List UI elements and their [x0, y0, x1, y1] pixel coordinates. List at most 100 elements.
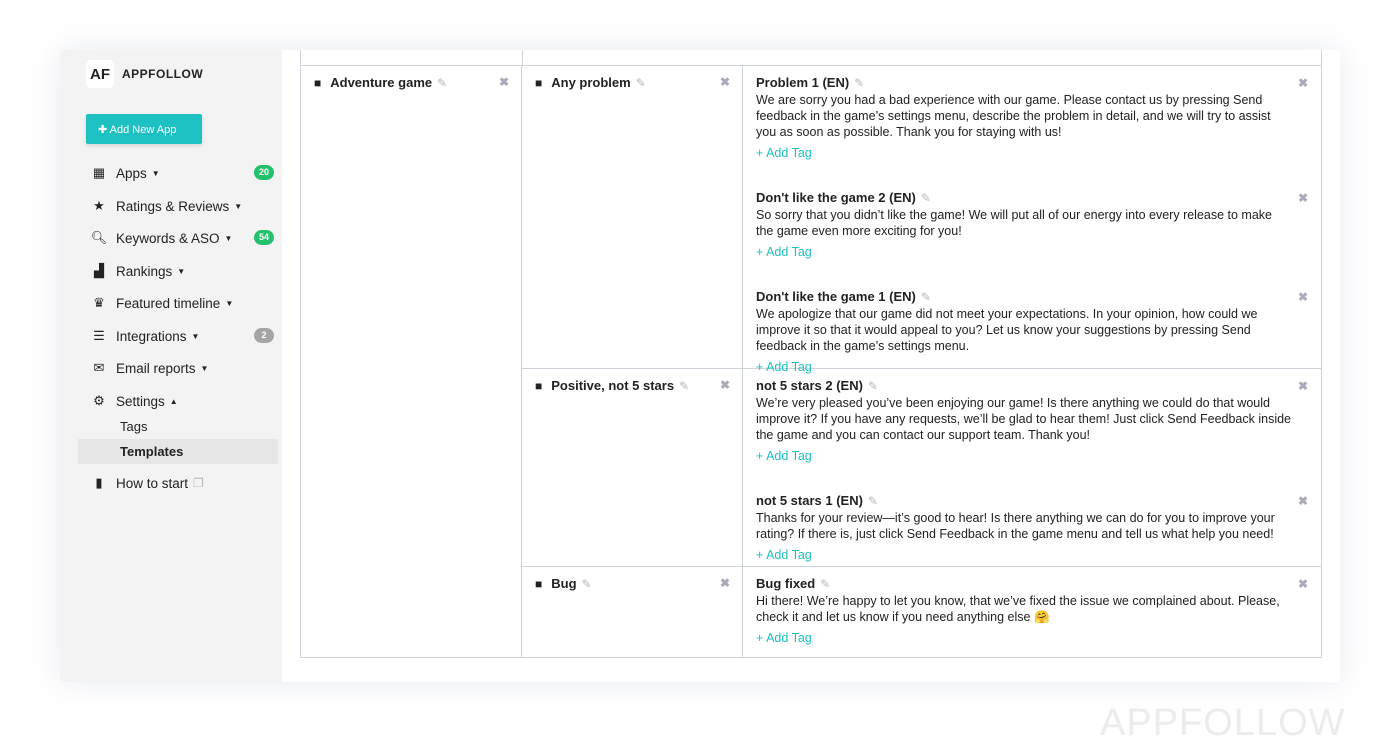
caret-down-icon: ▼ — [234, 201, 243, 211]
sidebar-item-apps[interactable]: ▦ Apps ▼ 20 — [90, 162, 276, 184]
chart-icon: ▟ — [94, 263, 104, 278]
sidebar: AF APPFOLLOW ✚ Add New App ▦ Apps ▼ 20 ★ Rati… — [60, 50, 282, 682]
sidebar-item-integrations[interactable]: ☰ Integrations ▼ 2 — [90, 325, 276, 347]
caret-down-icon: ▼ — [151, 168, 160, 178]
plus-icon: ✚ — [98, 123, 110, 136]
group-row: ■ Any problem ✎ ✖ Problem 1 (EN) ✎ We are sorr… — [522, 66, 1321, 374]
sidebar-subitem-tags[interactable]: Tags — [78, 414, 278, 439]
template-text: Hi there! We’re happy to let you know, t… — [756, 594, 1280, 624]
group-cell: ■ Positive, not 5 stars ✎ ✖ — [522, 369, 743, 566]
sidebar-item-featured-timeline[interactable]: ♛ Featured timeline ▼ — [90, 292, 276, 314]
category-name: Adventure game — [330, 75, 433, 90]
add-tag-link[interactable]: + Add Tag — [756, 547, 1291, 563]
template-text: We apologize that our game did not meet … — [756, 307, 1258, 353]
gear-icon: ⚙ — [93, 393, 105, 408]
delete-group-icon[interactable]: ✖ — [720, 75, 730, 89]
grid-icon: ▦ — [92, 165, 106, 180]
edit-icon[interactable]: ✎ — [636, 76, 646, 90]
caret-up-icon: ▲ — [169, 396, 178, 406]
delete-template-icon[interactable]: ✖ — [1298, 191, 1308, 205]
add-tag-link[interactable]: + Add Tag — [756, 448, 1291, 464]
add-tag-link[interactable]: + Add Tag — [756, 630, 1291, 646]
external-icon: ❐ — [193, 476, 204, 490]
delete-template-icon[interactable]: ✖ — [1298, 577, 1308, 591]
category-cell: ■ Adventure game ✎ ✖ — [301, 66, 522, 657]
caret-down-icon: ▼ — [224, 233, 233, 243]
caret-down-icon: ▼ — [200, 363, 209, 373]
template-title: Don't like the game 2 (EN) — [756, 190, 916, 205]
count-badge: 2 — [254, 328, 274, 343]
delete-category-icon[interactable]: ✖ — [499, 75, 509, 89]
book-icon: ▮ — [95, 475, 103, 490]
app-window: AF APPFOLLOW ✚ Add New App ▦ Apps ▼ 20 ★ Rati… — [60, 50, 1340, 682]
edit-icon[interactable]: ✎ — [854, 76, 864, 90]
caret-down-icon: ▼ — [177, 266, 186, 276]
edit-icon[interactable]: ✎ — [921, 290, 931, 304]
delete-template-icon[interactable]: ✖ — [1298, 76, 1308, 90]
template-title: Problem 1 (EN) — [756, 75, 850, 90]
edit-icon[interactable]: ✎ — [820, 577, 830, 591]
delete-group-icon[interactable]: ✖ — [720, 576, 730, 590]
count-badge: 54 — [254, 230, 274, 245]
sidebar-item-rankings[interactable]: ▟ Rankings ▼ — [90, 260, 276, 282]
sidebar-item-keywords-aso[interactable]: 🔍︎ Keywords & ASO ▼ 54 — [90, 227, 276, 249]
add-tag-link[interactable]: + Add Tag — [756, 244, 1291, 260]
template-item: Problem 1 (EN) ✎ We are sorry you had a ba… — [756, 66, 1321, 181]
edit-icon[interactable]: ✎ — [868, 494, 878, 508]
add-tag-link[interactable]: + Add Tag — [756, 145, 1291, 161]
logo-mark: AF — [86, 60, 114, 88]
group-row: ■ Positive, not 5 stars ✎ ✖ not 5 stars 2 (E… — [522, 369, 1321, 567]
template-item: Bug fixed ✎ Hi there! We’re happy to let y… — [756, 567, 1321, 666]
caret-down-icon: ▼ — [225, 298, 234, 308]
delete-group-icon[interactable]: ✖ — [720, 378, 730, 392]
edit-icon[interactable]: ✎ — [437, 76, 447, 90]
template-text: We are sorry you had a bad experience wi… — [756, 93, 1271, 139]
folder-icon: ■ — [314, 75, 322, 90]
template-title: Bug fixed — [756, 576, 816, 591]
template-item: Don't like the game 2 (EN) ✎ So sorry that… — [756, 181, 1321, 280]
count-badge: 20 — [254, 165, 274, 180]
add-new-app-button[interactable]: ✚ Add New App — [86, 114, 202, 144]
group-row: ■ Bug ✎ ✖ Bug fixed ✎ Hi there! We’re happy to… — [522, 567, 1321, 657]
brand-name: APPFOLLOW — [122, 67, 204, 81]
folder-icon: ■ — [535, 75, 543, 90]
delete-template-icon[interactable]: ✖ — [1298, 494, 1308, 508]
folder-icon: ■ — [535, 576, 543, 591]
star-icon: ★ — [93, 198, 105, 213]
template-text: We’re very pleased you’ve been enjoying … — [756, 396, 1292, 442]
group-name: Positive, not 5 stars — [551, 378, 675, 393]
group-name: Bug — [551, 576, 577, 591]
group-cell: ■ Bug ✎ ✖ — [522, 567, 743, 657]
template-text: Thanks for your review—it’s good to hear… — [756, 511, 1275, 541]
trophy-icon: ♛ — [93, 295, 105, 310]
edit-icon[interactable]: ✎ — [582, 577, 592, 591]
template-item: not 5 stars 2 (EN) ✎ We’re very pleased yo… — [756, 369, 1321, 484]
edit-icon[interactable]: ✎ — [679, 379, 689, 393]
edit-icon[interactable]: ✎ — [868, 379, 878, 393]
envelope-icon: ✉ — [93, 360, 105, 375]
sidebar-item-ratings-reviews[interactable]: ★ Ratings & Reviews ▼ — [90, 195, 276, 217]
templates-cell: Problem 1 (EN) ✎ We are sorry you had a ba… — [743, 66, 1321, 374]
edit-icon[interactable]: ✎ — [921, 191, 931, 205]
delete-template-icon[interactable]: ✖ — [1298, 379, 1308, 393]
template-title: Don't like the game 1 (EN) — [756, 289, 916, 304]
sidebar-item-email-reports[interactable]: ✉ Email reports ▼ — [90, 357, 276, 379]
search-icon: 🔍︎ — [90, 230, 108, 245]
group-cell: ■ Any problem ✎ ✖ — [522, 66, 743, 368]
folder-icon: ■ — [535, 378, 543, 393]
caret-down-icon: ▼ — [191, 331, 200, 341]
template-title: not 5 stars 2 (EN) — [756, 378, 863, 393]
templates-cell: Bug fixed ✎ Hi there! We’re happy to let y… — [743, 567, 1321, 657]
logo[interactable]: AF APPFOLLOW — [86, 60, 203, 88]
sidebar-item-settings[interactable]: ⚙ Settings ▲ — [90, 390, 276, 412]
sidebar-item-how-to-start[interactable]: ▮ How to start ❐ — [90, 472, 276, 494]
sidebar-subitem-templates[interactable]: Templates — [78, 439, 278, 464]
sliders-icon: ☰ — [93, 328, 105, 343]
watermark: APPFOLLOW — [1100, 702, 1346, 744]
template-text: So sorry that you didn’t like the game! … — [756, 208, 1272, 238]
delete-template-icon[interactable]: ✖ — [1298, 290, 1308, 304]
templates-cell: not 5 stars 2 (EN) ✎ We’re very pleased yo… — [743, 369, 1321, 566]
group-name: Any problem — [551, 75, 631, 90]
table-previous-row — [300, 50, 1322, 65]
templates-table: ■ Adventure game ✎ ✖ ■ Any problem ✎ ✖ Problem… — [300, 65, 1322, 658]
